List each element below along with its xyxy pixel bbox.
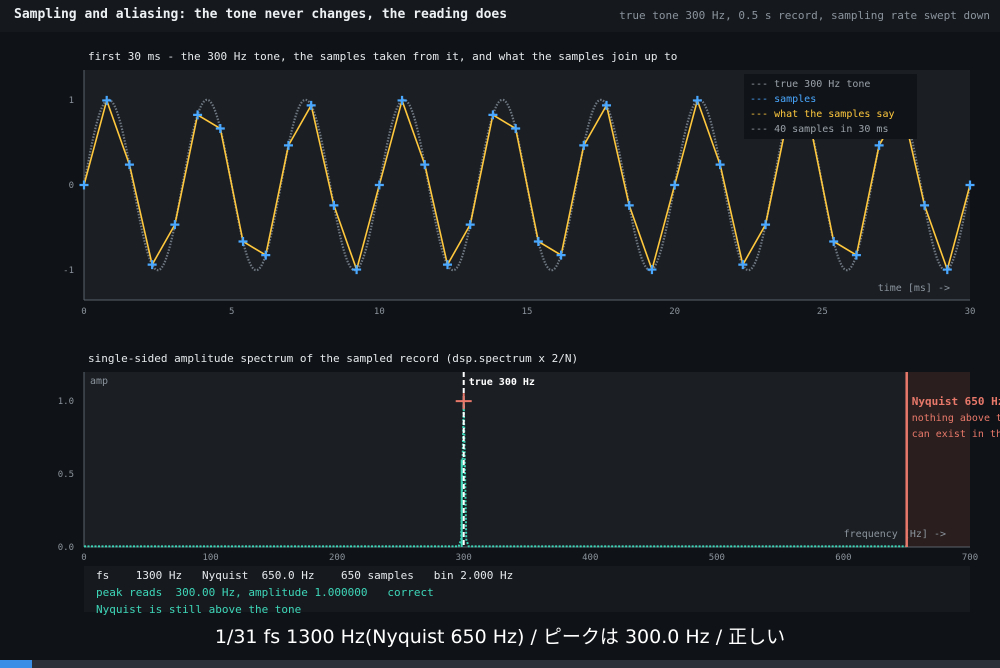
legend-entry: --- true 300 Hz tone — [750, 79, 870, 90]
readout-panel: fs 1300 Hz Nyquist 650.0 Hz 650 samples … — [84, 566, 970, 616]
progress-bar — [0, 660, 1000, 668]
spectrum-plot-area — [84, 372, 970, 547]
spectrum-x-tick-label: 600 — [835, 553, 851, 563]
readout-peak: peak reads 300.00 Hz, amplitude 1.000000… — [96, 586, 434, 599]
time-x-tick-label: 20 — [669, 307, 680, 317]
time-x-tick-label: 10 — [374, 307, 385, 317]
spectrum-peak-bar — [460, 459, 463, 547]
spectrum-y-tick-label: 1.0 — [58, 397, 74, 407]
step-caption: 1/31 fs 1300 Hz(Nyquist 650 Hz) / ピークは 3… — [214, 626, 786, 648]
legend-entry: --- what the samples say — [750, 109, 895, 120]
spectrum-y-tick-label: 0.0 — [58, 543, 74, 553]
nyquist-label: Nyquist 650 Hz — [912, 395, 1000, 408]
time-x-axis-label: time [ms] -> — [878, 283, 950, 294]
legend-entry: --- 40 samples in 30 ms — [750, 124, 888, 135]
spectrum-x-tick-label: 200 — [329, 553, 345, 563]
spectrum-x-axis-label: frequency [Hz] -> — [844, 529, 946, 540]
spectrum-x-tick-label: 500 — [709, 553, 725, 563]
nyquist-note-line2: can exist in the record — [912, 429, 1000, 440]
time-x-tick-label: 25 — [817, 307, 828, 317]
spectrum-x-tick-label: 700 — [962, 553, 978, 563]
time-x-tick-label: 30 — [965, 307, 976, 317]
time-y-tick-label: 1 — [69, 96, 74, 106]
spectrum-x-tick-label: 100 — [202, 553, 218, 563]
spectrum-y-axis-label: amp — [90, 376, 108, 387]
spectrum-x-tick-label: 0 — [81, 553, 86, 563]
true-frequency-label: true 300 Hz — [469, 377, 535, 388]
time-y-tick-label: 0 — [69, 181, 74, 191]
spectrum-y-tick-label: 0.5 — [58, 470, 74, 480]
time-x-tick-label: 0 — [81, 307, 86, 317]
spectrum-x-tick-label: 300 — [456, 553, 472, 563]
nyquist-note-line1: nothing above this — [912, 413, 1000, 424]
readout-status: Nyquist is still above the tone — [96, 603, 302, 616]
time-x-tick-label: 15 — [522, 307, 533, 317]
legend-entry: --- samples — [750, 94, 816, 105]
readout-params: fs 1300 Hz Nyquist 650.0 Hz 650 samples … — [96, 569, 514, 582]
progress-fill — [0, 660, 32, 668]
spectrum-x-tick-label: 400 — [582, 553, 598, 563]
time-x-tick-label: 5 — [229, 307, 234, 317]
time-y-tick-label: -1 — [63, 266, 74, 276]
